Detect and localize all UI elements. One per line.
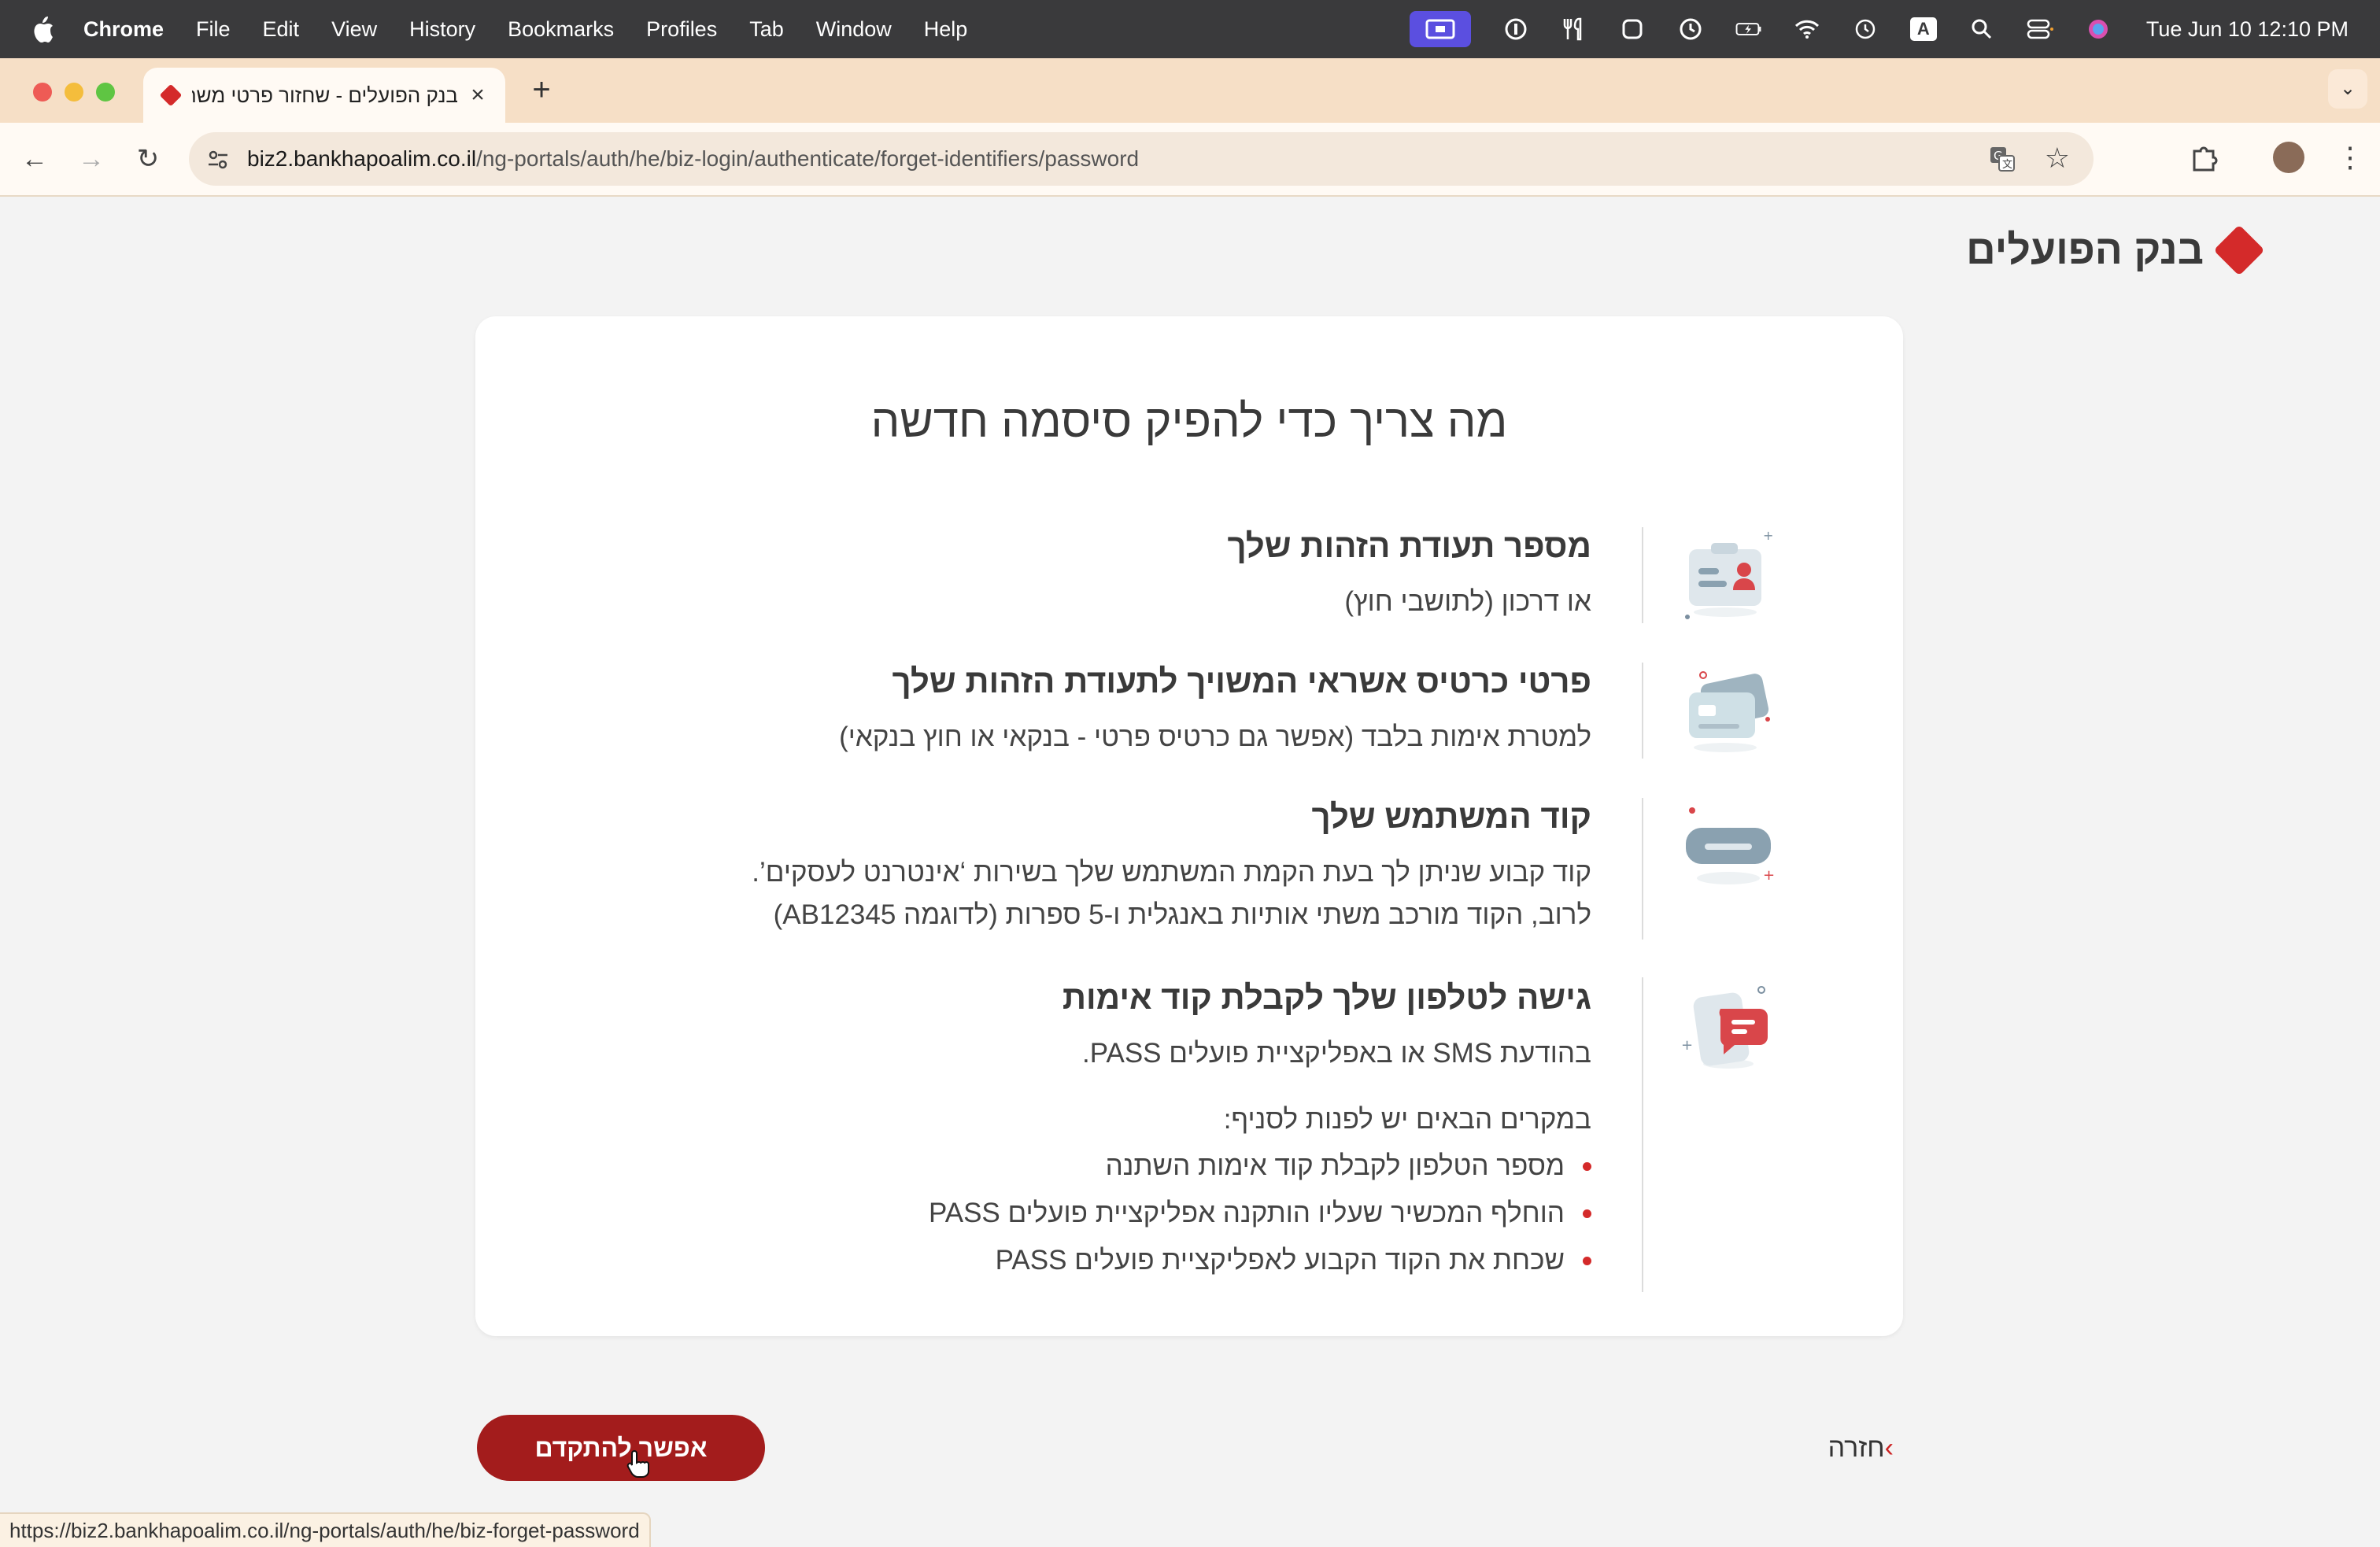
list-item: שכחת את הקוד הקבוע לאפליקציית פועלים PAS… — [929, 1237, 1591, 1284]
input-source-icon[interactable]: A — [1909, 16, 1937, 42]
back-link[interactable]: › חזרה — [1828, 1424, 1905, 1471]
hand-cursor-icon — [626, 1449, 649, 1478]
control-center-icon[interactable] — [2027, 16, 2053, 42]
menu-history[interactable]: History — [409, 17, 475, 42]
requirement-item-credit-card: פרטי כרטיס אשראי המשויך לתעודת הזהות שלך… — [839, 659, 1591, 759]
requirement-heading: קוד המשתמש שלך — [1311, 798, 1591, 835]
requirement-detail: לרוב, הקוד מורכב משתי אותיות באנגלית ו-5… — [773, 899, 1591, 930]
bank-logo-text: בנק הפועלים — [1966, 227, 2204, 273]
url-path: /ng-portals/auth/he/biz-login/authentica… — [476, 146, 1140, 171]
bank-logo[interactable]: בנק הפועלים — [1966, 224, 2265, 276]
square-app-icon[interactable] — [1619, 16, 1646, 42]
window-minimize-button[interactable] — [65, 83, 83, 102]
menu-file[interactable]: File — [196, 17, 231, 42]
link-status-bar: https://biz2.bankhapoalim.co.il/ng-porta… — [0, 1512, 651, 1547]
wifi-icon[interactable] — [1794, 16, 1820, 42]
back-arrow-icon[interactable]: ← — [16, 140, 54, 178]
menu-window[interactable]: Window — [816, 17, 892, 42]
branch-note: במקרים הבאים יש לפנות לסניף: — [1223, 1104, 1591, 1135]
page-content: בנק הפועלים מה צריך כדי להפיק סיסמה חדשה… — [0, 197, 2380, 1545]
siri-icon[interactable] — [2085, 16, 2112, 42]
input-source-label: A — [1909, 17, 1937, 41]
requirement-heading: גישה לטלפון שלך לקבלת קוד אימות — [1062, 979, 1591, 1016]
bookmark-star-icon[interactable]: ☆ — [2045, 142, 2070, 175]
requirement-detail: בהודעת SMS או באפליקציית פועלים PASS. — [1082, 1038, 1591, 1069]
more-menu-icon[interactable]: ⋮ — [2336, 137, 2364, 178]
svg-text:文: 文 — [2002, 159, 2012, 171]
back-link-label: חזרה — [1828, 1432, 1885, 1463]
time-machine-icon[interactable] — [1852, 16, 1879, 42]
continue-button[interactable]: אפשר להתקדם — [477, 1415, 765, 1481]
screen-share-icon[interactable] — [1409, 11, 1471, 47]
menu-bookmarks[interactable]: Bookmarks — [508, 17, 614, 42]
requirement-item-phone: גישה לטלפון שלך לקבלת קוד אימות בהודעת S… — [929, 976, 1591, 1284]
requirement-item-id: מספר תעודת הזהות שלך או דרכון (לתושבי חו… — [1227, 524, 1591, 623]
apple-logo-icon[interactable] — [30, 15, 55, 43]
divider-line — [1642, 798, 1643, 940]
user-code-icon: + — [1686, 807, 1774, 884]
password-manager-icon[interactable] — [1502, 16, 1529, 42]
macos-menu-bar: Chrome File Edit View History Bookmarks … — [0, 0, 2380, 58]
browser-toolbar: ← → ↻ biz2.bankhapoalim.co.il/ng-portals… — [0, 123, 2380, 197]
translate-icon[interactable]: G 文 — [1988, 145, 2016, 173]
menu-view[interactable]: View — [331, 17, 377, 42]
requirement-detail: או דרכון (לתושבי חוץ) — [1344, 586, 1591, 617]
menu-tab[interactable]: Tab — [749, 17, 784, 42]
battery-icon[interactable] — [1735, 16, 1762, 42]
url-text[interactable]: biz2.bankhapoalim.co.il/ng-portals/auth/… — [247, 132, 1139, 186]
svg-text:+: + — [1763, 529, 1773, 543]
forward-arrow-icon[interactable]: → — [72, 140, 110, 178]
utensils-icon[interactable] — [1561, 16, 1587, 42]
page-title: מה צריך כדי להפיק סיסמה חדשה — [870, 396, 1508, 447]
phone-message-icon: + — [1681, 986, 1768, 1069]
list-item: מספר הטלפון לקבלת קוד אימות השתנה — [929, 1143, 1591, 1190]
svg-text:+: + — [1681, 1037, 1693, 1054]
menu-bar-clock[interactable]: Tue Jun 10 12:10 PM — [2146, 17, 2349, 42]
menu-chrome[interactable]: Chrome — [83, 17, 164, 42]
list-item: הוחלף המכשיר שעליו הותקנה אפליקציית פועל… — [929, 1190, 1591, 1237]
timer-icon[interactable] — [1677, 16, 1704, 42]
requirement-heading: מספר תעודת הזהות שלך — [1227, 527, 1591, 564]
requirement-heading: פרטי כרטיס אשראי המשויך לתעודת הזהות שלך — [892, 663, 1591, 700]
site-settings-icon[interactable] — [206, 148, 230, 172]
requirement-detail: למטרת אימות בלבד (אפשר גם כרטיס פרטי - ב… — [839, 722, 1591, 752]
tab-close-icon[interactable]: × — [466, 83, 490, 107]
browser-tab-active[interactable]: בנק הפועלים - שחזור פרטי משתמש × — [143, 68, 505, 123]
spotlight-search-icon[interactable] — [1968, 16, 1995, 42]
tab-search-chevron-icon[interactable]: ⌄ — [2328, 69, 2367, 109]
url-domain: biz2.bankhapoalim.co.il — [247, 146, 477, 171]
tab-title: בנק הפועלים - שחזור פרטי משתמש — [192, 83, 458, 107]
menu-help[interactable]: Help — [924, 17, 968, 42]
divider-line — [1642, 977, 1643, 1292]
divider-line — [1642, 663, 1643, 759]
status-area: A Tue Jun 10 12:10 PM — [1409, 0, 2349, 58]
bank-logo-diamond-icon — [2213, 224, 2265, 276]
bank-favicon-icon — [159, 83, 183, 107]
browser-tab-strip: בנק הפועלים - שחזור פרטי משתמש × + ⌄ — [0, 58, 2380, 123]
extensions-puzzle-icon[interactable] — [2188, 142, 2219, 173]
requirement-detail: קוד קבוע שניתן לך בעת הקמת המשתמש שלך בש… — [752, 857, 1591, 888]
credit-card-icon — [1689, 671, 1770, 752]
window-close-button[interactable] — [33, 83, 52, 102]
requirements-card: מה צריך כדי להפיק סיסמה חדשה + מספר תעוד… — [475, 316, 1903, 1336]
profile-avatar[interactable] — [2273, 142, 2304, 173]
menu-profiles[interactable]: Profiles — [646, 17, 717, 42]
chevron-right-icon: › — [1884, 1432, 1894, 1463]
branch-cases-list: מספר הטלפון לקבלת קוד אימות השתנה הוחלף … — [929, 1143, 1591, 1284]
reload-icon[interactable]: ↻ — [129, 140, 167, 178]
requirement-item-user-code: קוד המשתמש שלך קוד קבוע שניתן לך בעת הקמ… — [752, 795, 1591, 936]
divider-line — [1642, 527, 1643, 623]
id-card-icon: + — [1685, 529, 1773, 619]
window-zoom-button[interactable] — [96, 83, 115, 102]
svg-text:+: + — [1763, 867, 1774, 884]
address-bar[interactable]: biz2.bankhapoalim.co.il/ng-portals/auth/… — [189, 132, 2094, 186]
new-tab-icon[interactable]: + — [526, 74, 557, 105]
menu-edit[interactable]: Edit — [263, 17, 300, 42]
